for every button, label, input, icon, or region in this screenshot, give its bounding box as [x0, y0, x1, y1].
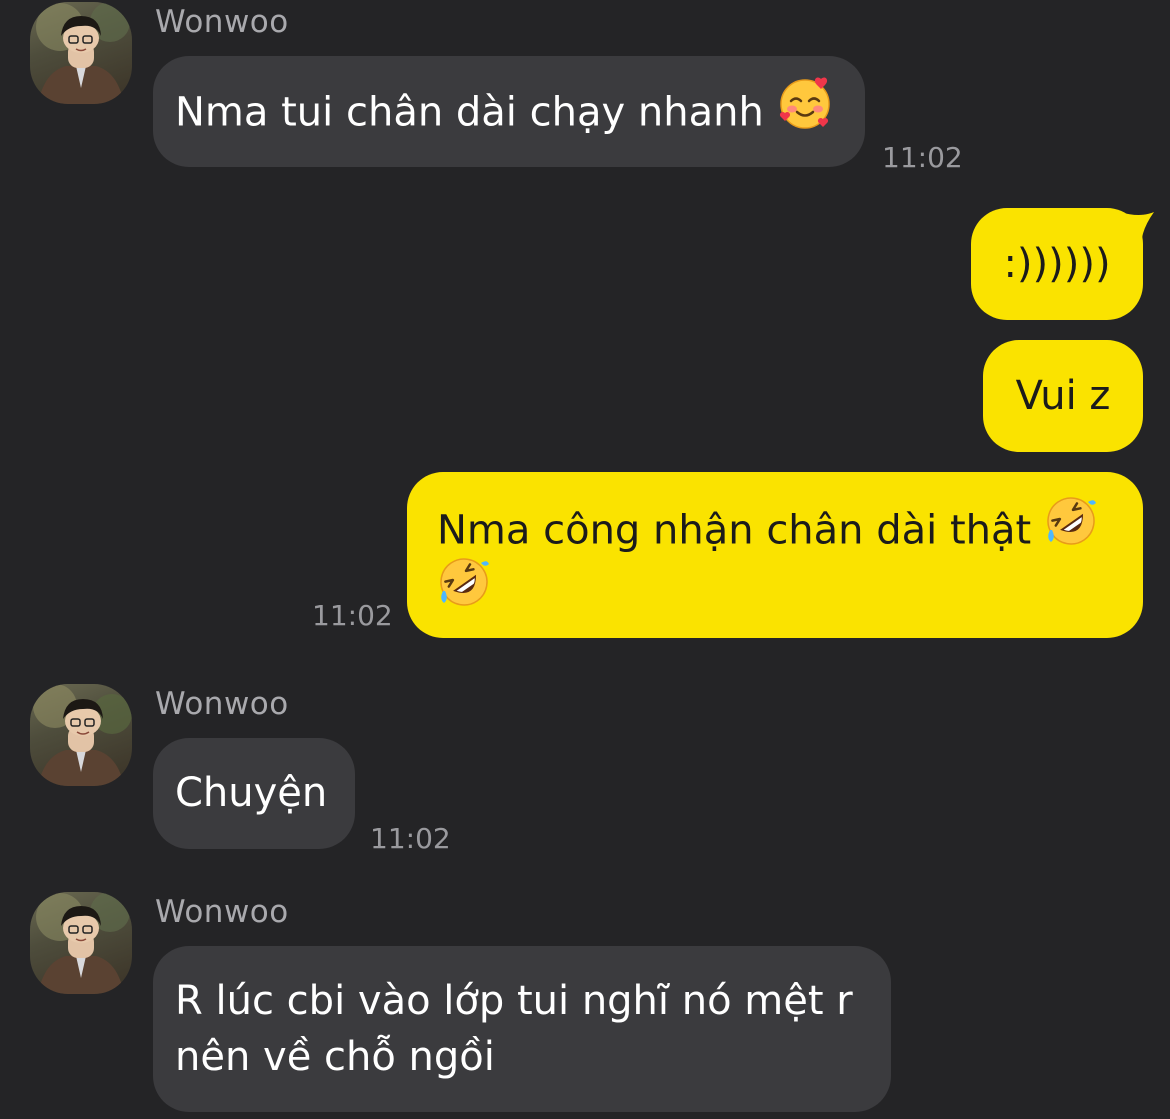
message-bubble[interactable]: Vui z	[983, 340, 1143, 452]
message-timestamp: 11:02	[312, 599, 393, 632]
bubble-tail	[1120, 212, 1154, 238]
message-timestamp: 11:02	[370, 822, 451, 855]
message-text: :))))))	[1003, 241, 1111, 287]
avatar[interactable]	[30, 892, 132, 994]
message-text-line: nên về chỗ ngồi	[175, 1034, 495, 1080]
sender-name: Wonwoo	[155, 686, 289, 722]
message-text: Vui z	[1015, 373, 1111, 419]
message-bubble[interactable]: :))))))	[971, 208, 1143, 320]
chat-thread: Wonwoo Nma tui chân dài chạy nhanh 11:02…	[0, 0, 1170, 1119]
avatar[interactable]	[30, 2, 132, 104]
rolling-on-the-floor-laughing-icon	[437, 555, 491, 624]
smiling-face-with-hearts-icon	[777, 75, 833, 146]
message-timestamp: 11:02	[882, 141, 963, 174]
message-bubble[interactable]: Chuyện	[153, 738, 355, 849]
message-bubble[interactable]: Nma tui chân dài chạy nhanh	[153, 56, 865, 167]
message-text-line: R lúc cbi vào lớp tui nghĩ nó mệt r	[175, 978, 853, 1024]
rolling-on-the-floor-laughing-icon	[1044, 494, 1098, 563]
message-text: Nma tui chân dài chạy nhanh	[175, 89, 764, 136]
message-bubble[interactable]: Nma công nhận chân dài thật	[407, 472, 1143, 638]
sender-name: Wonwoo	[155, 4, 289, 40]
avatar[interactable]	[30, 684, 132, 786]
message-text: Nma công nhận chân dài thật	[437, 507, 1032, 554]
message-text: Chuyện	[175, 770, 328, 816]
message-bubble[interactable]: R lúc cbi vào lớp tui nghĩ nó mệt r nên …	[153, 946, 891, 1112]
sender-name: Wonwoo	[155, 894, 289, 930]
